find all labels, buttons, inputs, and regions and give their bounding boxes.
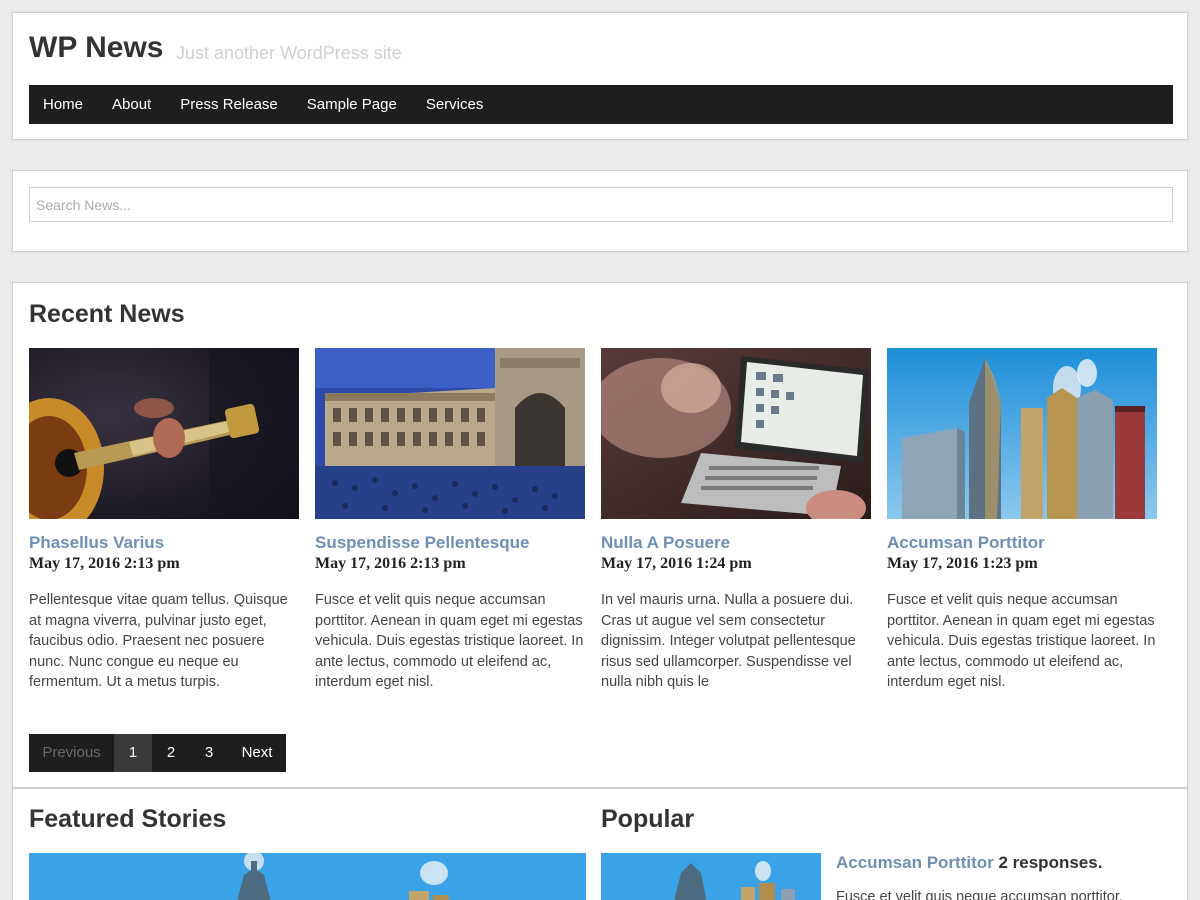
- nav-item-home[interactable]: Home: [43, 96, 83, 113]
- nav-item-press-release[interactable]: Press Release: [180, 96, 278, 113]
- news-card-date: May 17, 2016 2:13 pm: [315, 555, 466, 572]
- news-card: Phasellus Varius May 17, 2016 2:13 pm Pe…: [29, 348, 299, 693]
- news-card: Suspendisse Pellentesque May 17, 2016 2:…: [315, 348, 585, 693]
- news-card-excerpt: Fusce et velit quis neque accumsan portt…: [887, 592, 1156, 691]
- news-card: Nulla A Posuere May 17, 2016 1:24 pm In …: [601, 348, 871, 693]
- news-card-date: May 17, 2016 1:23 pm: [887, 555, 1038, 572]
- pagination: Previous 1 2 3 Next: [29, 734, 286, 772]
- nav-item-sample-page[interactable]: Sample Page: [307, 96, 397, 113]
- search-input[interactable]: [29, 187, 1173, 222]
- popular-item-excerpt: Fusce et velit quis neque accumsan portt…: [836, 889, 1123, 900]
- recent-news-title: Recent News: [29, 300, 185, 328]
- popular-item-responses: 2 responses.: [998, 853, 1103, 872]
- featured-popular-section: Featured Stories Popular Accumsan Portti…: [12, 788, 1188, 900]
- popular-item-title[interactable]: Accumsan Porttitor: [836, 853, 994, 872]
- news-card-image-skyline[interactable]: [887, 348, 1157, 519]
- news-card-title[interactable]: Phasellus Varius: [29, 533, 299, 553]
- pagination-previous-button[interactable]: Previous: [29, 734, 114, 772]
- main-nav: Home About Press Release Sample Page Ser…: [29, 85, 1173, 124]
- pagination-page-1[interactable]: 1: [114, 734, 152, 772]
- pagination-page-2[interactable]: 2: [152, 734, 190, 772]
- pagination-page-3[interactable]: 3: [190, 734, 228, 772]
- site-tagline: Just another WordPress site: [176, 43, 402, 63]
- recent-news-section: Recent News Phasellus Varius May 17, 201…: [12, 282, 1188, 788]
- news-card-excerpt: Fusce et velit quis neque accumsan portt…: [315, 592, 584, 691]
- nav-item-about[interactable]: About: [112, 96, 151, 113]
- popular-item-image[interactable]: [601, 853, 821, 900]
- site-title[interactable]: WP News: [29, 31, 164, 65]
- nav-item-services[interactable]: Services: [426, 96, 484, 113]
- news-card: Accumsan Porttitor May 17, 2016 1:23 pm …: [887, 348, 1157, 693]
- news-card-title[interactable]: Suspendisse Pellentesque: [315, 533, 585, 553]
- news-card-image-plaza[interactable]: [315, 348, 585, 519]
- news-card-image-laptop[interactable]: [601, 348, 871, 519]
- news-card-date: May 17, 2016 1:24 pm: [601, 555, 752, 572]
- recent-news-cards: Phasellus Varius May 17, 2016 2:13 pm Pe…: [29, 348, 1173, 693]
- news-card-title[interactable]: Accumsan Porttitor: [887, 533, 1157, 553]
- search-panel: [12, 170, 1188, 252]
- popular-item-heading: Accumsan Porttitor 2 responses.: [836, 853, 1102, 873]
- news-card-excerpt: In vel mauris urna. Nulla a posuere dui.…: [601, 592, 856, 691]
- news-card-image-guitar[interactable]: [29, 348, 299, 519]
- popular-title: Popular: [601, 805, 695, 833]
- featured-stories-title: Featured Stories: [29, 805, 227, 833]
- news-card-date: May 17, 2016 2:13 pm: [29, 555, 180, 572]
- pagination-next-button[interactable]: Next: [228, 734, 286, 772]
- site-header: WP News Just another WordPress site Home…: [12, 12, 1188, 140]
- news-card-title[interactable]: Nulla A Posuere: [601, 533, 871, 553]
- featured-story-image[interactable]: [29, 853, 586, 900]
- news-card-excerpt: Pellentesque vitae quam tellus. Quisque …: [29, 592, 288, 691]
